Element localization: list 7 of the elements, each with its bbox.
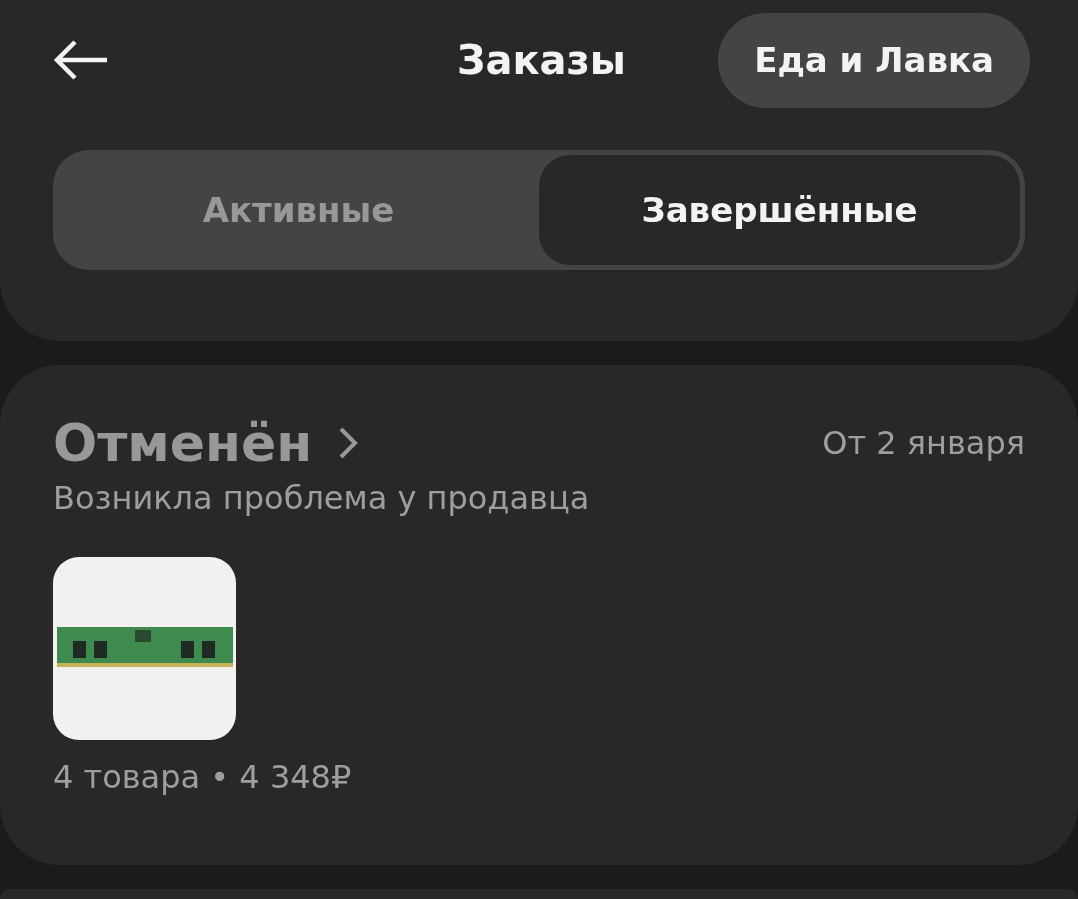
page-title: Заказы bbox=[457, 37, 626, 83]
tab[interactable]: Завершённые bbox=[539, 155, 1020, 265]
order-date: От 2 января bbox=[822, 424, 1025, 462]
food-shop-button[interactable]: Еда и Лавка bbox=[718, 12, 1030, 108]
order-summary: 4 товара • 4 348₽ bbox=[53, 758, 353, 796]
order-status-link[interactable]: Отменён bbox=[53, 413, 359, 473]
cancel-reason: Возникла проблема у продавца bbox=[53, 479, 591, 517]
